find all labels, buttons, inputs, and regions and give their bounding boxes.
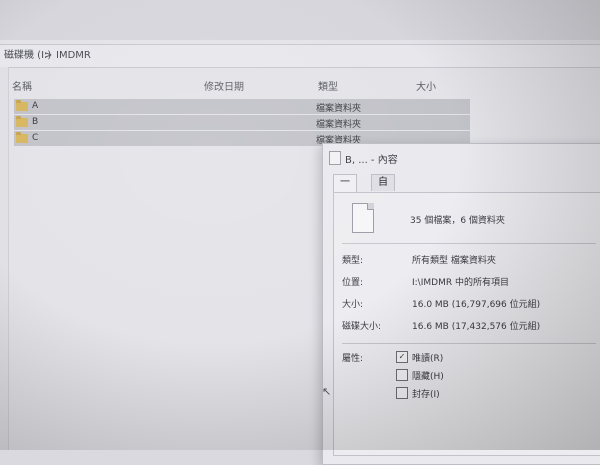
column-date-modified[interactable]: 修改日期 [204,78,244,93]
size-value: 16.0 MB (16,797,696 位元組) [412,300,541,310]
list-item[interactable]: B 檔案資料夾 [14,115,470,130]
divider [342,243,596,244]
item-count-summary: 35 個檔案，6 個資料夾 [410,216,505,226]
size-label: 大小: [342,300,364,310]
dialog-title: B, ... - 內容 [345,155,398,166]
document-icon [329,151,341,165]
column-header: 名稱 修改日期 類型 大小 [8,72,600,96]
type-label: 類型: [342,256,364,266]
readonly-label: 唯讀(R) [412,354,444,364]
item-type: 檔案資料夾 [316,120,362,130]
item-name: A [32,101,39,111]
item-name: B [32,117,39,127]
folder-icon [16,132,28,143]
hidden-label: 隱藏(H) [412,372,444,382]
location-value: I:\IMDMR 中的所有項目 [412,278,509,288]
list-item[interactable]: A 檔案資料夾 [14,99,470,114]
column-size[interactable]: 大小 [416,78,436,93]
divider [342,343,596,344]
breadcrumb-separator: > [44,50,53,61]
attributes-label: 屬性: [342,354,364,364]
breadcrumb-folder[interactable]: IMDMR [56,45,91,67]
properties-dialog: B, ... - 內容 一般 自訂 35 個檔案，6 個資料夾 類型: 所有類型… [322,143,600,465]
readonly-checkbox[interactable]: ✓ [396,351,408,363]
tab-custom[interactable]: 自訂 [371,174,395,204]
folder-icon [16,116,28,127]
general-panel: 35 個檔案，6 個資料夾 類型: 所有類型 檔案資料夾 位置: I:\IMDM… [333,192,600,456]
item-type: 檔案資料夾 [316,104,362,114]
size-on-disk-value: 16.6 MB (17,432,576 位元組) [412,322,541,332]
archive-label: 封存(I) [412,390,440,400]
hidden-checkbox[interactable] [396,369,408,381]
ribbon-area [0,0,600,40]
column-name[interactable]: 名稱 [12,78,32,93]
multiple-files-icon [352,203,374,233]
tab-general[interactable]: 一般 [333,174,357,204]
size-on-disk-label: 磁碟大小: [342,322,382,332]
dialog-titlebar[interactable]: B, ... - 內容 [323,144,600,170]
address-bar[interactable]: 磁碟機 (I:) > IMDMR [0,44,600,68]
archive-checkbox[interactable] [396,387,408,399]
type-value: 所有類型 檔案資料夾 [412,256,496,266]
column-type[interactable]: 類型 [318,78,338,93]
navigation-pane[interactable] [0,67,9,450]
mouse-cursor-icon: ↖ [322,385,332,398]
item-name: C [32,133,39,143]
folder-icon [16,100,28,111]
location-label: 位置: [342,278,364,288]
